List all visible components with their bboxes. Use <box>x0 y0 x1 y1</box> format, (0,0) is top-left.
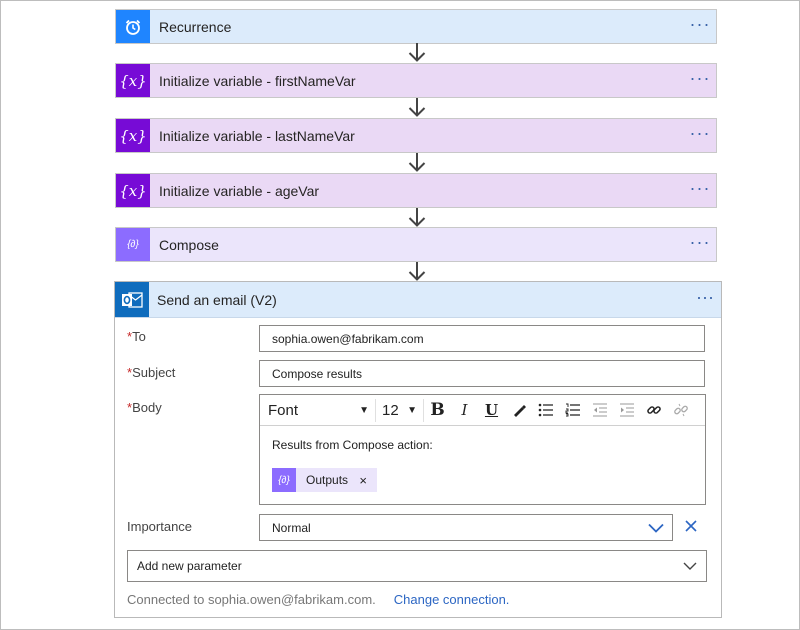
send-email-header[interactable]: Send an email (V2) ··· <box>115 282 721 318</box>
step-title: Compose <box>159 236 219 253</box>
arrow-down-icon <box>408 153 426 172</box>
chevron-down-icon[interactable] <box>640 515 672 540</box>
more-options-button[interactable]: ··· <box>689 288 721 308</box>
variable-icon: {x} <box>116 119 150 152</box>
more-options-button[interactable]: ··· <box>684 179 716 199</box>
increase-indent-icon[interactable] <box>613 398 640 422</box>
importance-label: Importance <box>127 519 193 534</box>
add-parameter-label: Add new parameter <box>137 559 242 573</box>
outlook-icon <box>115 282 149 317</box>
to-field[interactable]: sophia.owen@fabrikam.com <box>259 325 705 352</box>
more-options-button[interactable]: ··· <box>684 15 716 35</box>
bulleted-list-icon[interactable] <box>532 398 559 422</box>
variable-icon: {x} <box>116 64 150 97</box>
more-options-button[interactable]: ··· <box>684 69 716 89</box>
token-label: Outputs <box>306 473 349 487</box>
body-text: Results from Compose action: <box>272 438 433 452</box>
add-new-parameter-dropdown[interactable]: Add new parameter <box>127 550 707 582</box>
remove-link-icon[interactable] <box>667 398 694 422</box>
caret-down-icon: ▼ <box>359 404 369 416</box>
to-label: *To <box>127 329 146 344</box>
arrow-down-icon <box>408 208 426 227</box>
step-title: Recurrence <box>159 18 232 35</box>
numbered-list-icon[interactable] <box>559 398 586 422</box>
step-send-email: Send an email (V2) ··· *To sophia.owen@f… <box>114 281 722 618</box>
body-label: *Body <box>127 400 162 415</box>
designer-canvas: Recurrence ··· {x} Initialize variable -… <box>0 0 800 630</box>
arrow-down-icon <box>408 43 426 62</box>
alarm-clock-icon <box>116 10 150 43</box>
importance-dropdown[interactable]: Normal <box>259 514 673 541</box>
remove-token-icon[interactable]: × <box>359 473 377 488</box>
step-recurrence[interactable]: Recurrence ··· <box>115 9 717 44</box>
subject-label: *Subject <box>127 365 176 380</box>
italic-button[interactable]: I <box>451 398 478 422</box>
font-color-icon[interactable] <box>505 398 532 422</box>
body-editor[interactable]: Font ▼ 12 ▼ B I U Results from Compose a… <box>259 394 706 505</box>
decrease-indent-icon[interactable] <box>586 398 613 422</box>
caret-down-icon: ▼ <box>407 404 417 416</box>
step-compose[interactable]: {∂} Compose ··· <box>115 227 717 262</box>
step-title: Send an email (V2) <box>157 291 277 308</box>
insert-link-icon[interactable] <box>640 398 667 422</box>
variable-icon: {x} <box>116 174 150 207</box>
connection-footer: Connected to sophia.owen@fabrikam.com. Ch… <box>127 592 509 607</box>
chevron-down-icon <box>674 554 706 579</box>
editor-toolbar: Font ▼ 12 ▼ B I U <box>260 395 705 426</box>
compose-icon: {∂} <box>272 468 296 492</box>
step-initialize-lastnamevar[interactable]: {x} Initialize variable - lastNameVar ··… <box>115 118 717 153</box>
arrow-down-icon <box>408 262 426 281</box>
step-initialize-firstnamevar[interactable]: {x} Initialize variable - firstNameVar ·… <box>115 63 717 98</box>
clear-importance-icon[interactable] <box>681 515 701 537</box>
step-title: Initialize variable - lastNameVar <box>159 127 355 144</box>
font-size-dropdown[interactable]: 12 ▼ <box>376 398 424 422</box>
bold-button[interactable]: B <box>424 398 451 422</box>
more-options-button[interactable]: ··· <box>684 124 716 144</box>
font-family-dropdown[interactable]: Font ▼ <box>266 398 376 422</box>
subject-field[interactable]: Compose results <box>259 360 705 387</box>
outputs-token[interactable]: {∂} Outputs × <box>272 468 377 492</box>
arrow-down-icon <box>408 98 426 117</box>
step-title: Initialize variable - ageVar <box>159 182 320 199</box>
compose-icon: {∂} <box>116 228 150 261</box>
connected-text: Connected to sophia.owen@fabrikam.com. <box>127 592 376 607</box>
importance-value: Normal <box>272 520 311 535</box>
more-options-button[interactable]: ··· <box>684 233 716 253</box>
step-initialize-agevar[interactable]: {x} Initialize variable - ageVar ··· <box>115 173 717 208</box>
underline-button[interactable]: U <box>478 398 505 422</box>
step-title: Initialize variable - firstNameVar <box>159 72 356 89</box>
change-connection-link[interactable]: Change connection. <box>394 592 510 607</box>
